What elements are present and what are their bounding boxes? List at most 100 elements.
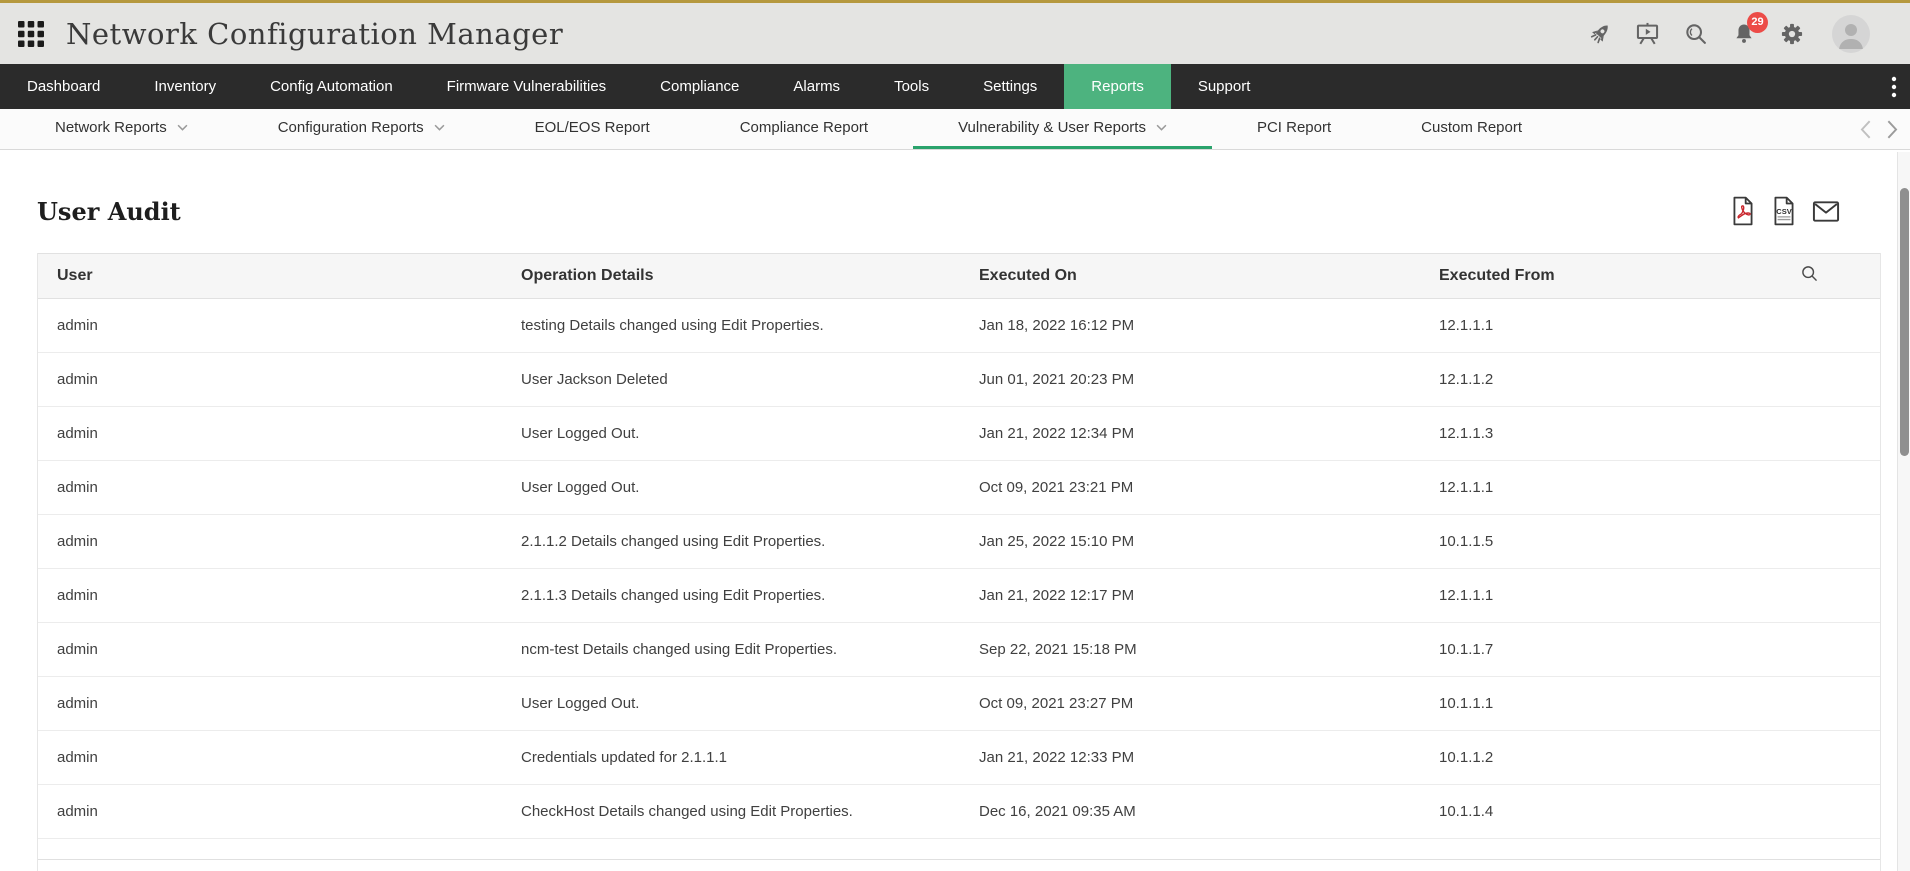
cell-executed-from: 12.1.1.1 [1420,299,1782,353]
cell-executed-from: 12.1.1.1 [1420,461,1782,515]
cell-executed-on: Jan 18, 2022 16:12 PM [960,299,1420,353]
cell-operation-details: User Jackson Deleted [502,353,960,407]
subnav-tab[interactable]: Custom Report [1376,109,1567,149]
chevron-down-icon [434,124,445,132]
bell-icon[interactable]: 29 [1730,20,1757,47]
cell-executed-from: 10.1.1.7 [1420,623,1782,677]
email-report-icon[interactable] [1812,200,1840,223]
cell-operation-details: User Logged Out. [502,461,960,515]
nav-item-label: Reports [1091,78,1144,95]
cell-operation-details: testing Details changed using Edit Prope… [502,299,960,353]
table-row: admin 2.1.1.3 Details changed using Edit… [38,569,1880,623]
nav-item[interactable]: Settings [956,64,1064,109]
cell-executed-on: Jan 21, 2022 12:34 PM [960,407,1420,461]
svg-text:CSV: CSV [1776,207,1791,216]
app-launcher-grid-icon[interactable] [18,21,44,47]
column-header-executed-on: Executed On [960,254,1420,299]
nav-item-label: Config Automation [270,78,393,95]
table-row: admin User Logged Out. Jan 21, 2022 12:3… [38,407,1880,461]
nav-item[interactable]: Inventory [127,64,243,109]
cell-user: admin [38,623,502,677]
nav-item[interactable]: Alarms [766,64,867,109]
subnav-tab[interactable]: Compliance Report [695,109,913,149]
nav-item-label: Firmware Vulnerabilities [447,78,607,95]
cell-operation-details: ncm-test Details changed using Edit Prop… [502,623,960,677]
cell-user: admin [38,407,502,461]
cell-executed-from: 12.1.1.1 [1420,569,1782,623]
next-row-divider [38,859,1880,860]
cell-operation-details: User Logged Out. [502,677,960,731]
subnav-tab-label: EOL/EOS Report [535,119,650,136]
rocket-icon[interactable] [1586,20,1613,47]
subnav-tab[interactable]: Network Reports [10,109,233,149]
nav-item[interactable]: Reports [1064,64,1171,109]
cell-executed-on: Jan 21, 2022 12:17 PM [960,569,1420,623]
nav-item-label: Support [1198,78,1251,95]
nav-item-label: Inventory [154,78,216,95]
vertical-scrollbar-track[interactable] [1897,152,1910,871]
cell-operation-details: Credentials updated for 2.1.1.1 [502,731,960,785]
cell-executed-on: Jan 25, 2022 15:10 PM [960,515,1420,569]
cell-operation-details: CheckHost Details changed using Edit Pro… [502,785,960,839]
pdf-export-icon[interactable] [1730,196,1756,226]
vertical-scrollbar-thumb[interactable] [1900,188,1909,456]
page-header: User Audit CSV [37,196,1840,226]
subnav-tab-label: Custom Report [1421,119,1522,136]
subnav-tab[interactable]: Configuration Reports [233,109,490,149]
chevron-down-icon [1156,124,1167,132]
column-header-executed-from: Executed From [1420,254,1782,299]
cell-user: admin [38,515,502,569]
cell-executed-from: 12.1.1.2 [1420,353,1782,407]
subnav-tab-label: Configuration Reports [278,119,424,136]
chevron-right-icon[interactable] [1887,120,1898,139]
table-row: admin testing Details changed using Edit… [38,299,1880,353]
presentation-play-icon[interactable] [1634,20,1661,47]
nav-item[interactable]: Firmware Vulnerabilities [420,64,634,109]
kebab-menu-icon[interactable] [1878,64,1910,109]
table-row: admin User Jackson Deleted Jun 01, 2021 … [38,353,1880,407]
subnav-tab[interactable]: Vulnerability & User Reports [913,109,1212,149]
table-row: admin Credentials updated for 2.1.1.1 Ja… [38,731,1880,785]
reports-subnav: Network Reports Configuration Reports EO [0,109,1910,150]
cell-operation-details: 2.1.1.3 Details changed using Edit Prope… [502,569,960,623]
nav-item[interactable]: Dashboard [0,64,127,109]
subnav-tab[interactable]: EOL/EOS Report [490,109,695,149]
cell-user: admin [38,299,502,353]
subnav-tab[interactable]: PCI Report [1212,109,1376,149]
nav-item-label: Tools [894,78,929,95]
notification-badge: 29 [1747,12,1768,33]
nav-item[interactable]: Tools [867,64,956,109]
nav-item-label: Compliance [660,78,739,95]
cell-user: admin [38,569,502,623]
table-search-icon[interactable] [1801,265,1818,282]
avatar[interactable] [1832,15,1870,53]
cell-executed-on: Oct 09, 2021 23:27 PM [960,677,1420,731]
cell-user: admin [38,461,502,515]
cell-executed-from: 10.1.1.1 [1420,677,1782,731]
nav-item-label: Settings [983,78,1037,95]
app-title: Network Configuration Manager [66,17,563,51]
page-title: User Audit [37,197,181,226]
cell-user: admin [38,731,502,785]
subnav-tab-label: Vulnerability & User Reports [958,119,1146,136]
cell-operation-details: User Logged Out. [502,407,960,461]
nav-item[interactable]: Compliance [633,64,766,109]
chevron-left-icon[interactable] [1860,120,1871,139]
cell-executed-from: 10.1.1.2 [1420,731,1782,785]
user-audit-table-container: User Operation Details Executed On Execu… [37,253,1881,871]
cell-executed-from: 10.1.1.4 [1420,785,1782,839]
subnav-tab-label: Compliance Report [740,119,868,136]
csv-export-icon[interactable]: CSV [1771,196,1797,226]
subnav-scroll-arrows [1860,109,1910,149]
cell-executed-on: Jan 21, 2022 12:33 PM [960,731,1420,785]
topbar-icons: 29 [1586,15,1870,53]
cell-operation-details: 2.1.1.2 Details changed using Edit Prope… [502,515,960,569]
cell-executed-on: Dec 16, 2021 09:35 AM [960,785,1420,839]
nav-item[interactable]: Support [1171,64,1278,109]
gear-icon[interactable] [1778,20,1805,47]
search-icon[interactable] [1682,20,1709,47]
nav-item[interactable]: Config Automation [243,64,420,109]
topbar: Network Configuration Manager [0,0,1910,64]
user-audit-table: User Operation Details Executed On Execu… [38,253,1880,839]
table-row: admin ncm-test Details changed using Edi… [38,623,1880,677]
